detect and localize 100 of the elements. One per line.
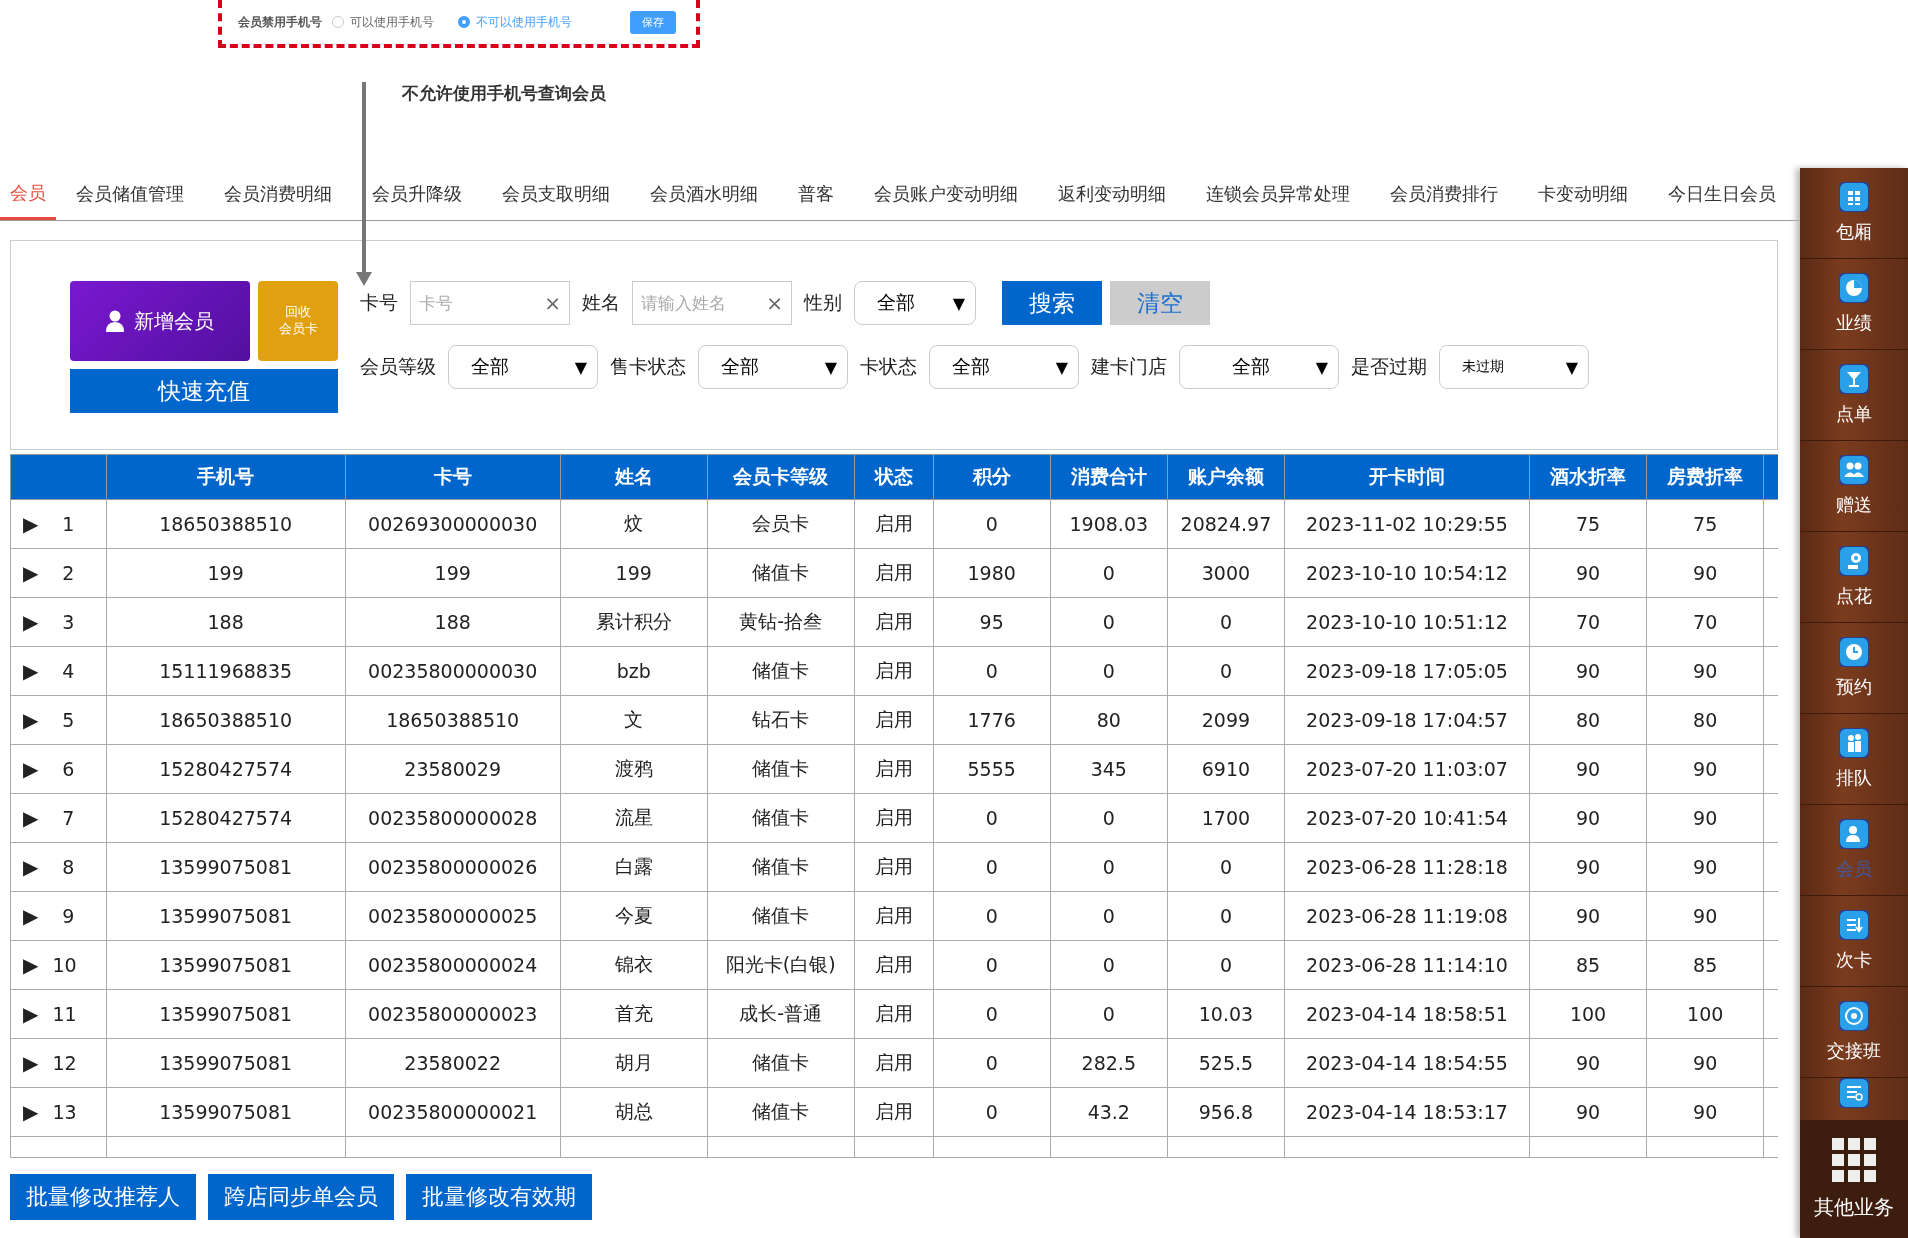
table-cell: 累计积分 — [560, 597, 708, 647]
sidebar-item[interactable]: 赠送 — [1800, 441, 1908, 532]
expand-arrow[interactable]: ▶ — [23, 610, 39, 634]
tab[interactable]: 会员酒水明细 — [630, 168, 778, 220]
caret-icon: ▼ — [1565, 357, 1578, 377]
tab[interactable]: 会员升降级 — [352, 168, 482, 220]
table-cell: 今夏 — [560, 891, 708, 941]
expand-arrow[interactable]: ▶ — [23, 1100, 39, 1124]
table-cell: 85 — [1529, 940, 1647, 990]
table-cell: 345 — [1050, 744, 1168, 794]
text-field[interactable]: 请输入姓名 × — [632, 281, 792, 325]
dropdown[interactable]: 全部 ▼ — [448, 345, 598, 389]
apps-grid-icon — [1832, 1137, 1876, 1182]
table-cell: 流星 — [560, 793, 708, 843]
table-cell: 90 — [1529, 744, 1647, 794]
tab[interactable]: 会员消费排行 — [1370, 168, 1518, 220]
table-cell: 启用 — [854, 695, 934, 745]
caret-icon: ▼ — [1055, 357, 1068, 377]
table-cell: 70 — [1646, 597, 1764, 647]
document-search-icon — [1839, 1078, 1869, 1108]
table-cell: 储值卡 — [707, 1087, 855, 1137]
more-services-button[interactable]: 其他业务 — [1800, 1120, 1908, 1238]
dropdown[interactable]: 全部 ▼ — [854, 281, 976, 325]
table-cell: 90 — [1529, 1038, 1647, 1088]
table-cell: 黄钻-拾叁 — [707, 597, 855, 647]
table-cell: 0 — [1167, 891, 1285, 941]
tab[interactable]: 会员储值管理 — [56, 168, 204, 220]
radio-option[interactable]: 可以使用手机号 — [332, 13, 434, 31]
text-field[interactable]: 卡号 × — [410, 281, 570, 325]
row-number: 6 — [61, 758, 75, 780]
table-cell: 白露 — [560, 842, 708, 892]
action-button[interactable]: 跨店同步单会员 — [208, 1174, 394, 1220]
sidebar-item[interactable]: 次卡 — [1800, 896, 1908, 987]
tab[interactable]: 返利变动明细 — [1038, 168, 1186, 220]
tab[interactable]: 卡变动明细 — [1518, 168, 1648, 220]
expand-arrow[interactable]: ▶ — [23, 757, 39, 781]
tab[interactable]: 会员支取明细 — [482, 168, 630, 220]
table-cell: 00269300000030 — [345, 499, 561, 549]
new-member-button[interactable]: 新增会员 — [70, 281, 250, 361]
dropdown[interactable]: 全部 ▼ — [929, 345, 1079, 389]
table-cell: 启用 — [854, 940, 934, 990]
clear-icon[interactable]: × — [766, 291, 783, 315]
caret-icon: ▼ — [1315, 357, 1328, 377]
expand-arrow[interactable]: ▶ — [23, 1051, 39, 1075]
expand-arrow[interactable]: ▶ — [23, 1002, 39, 1026]
quick-recharge-button[interactable]: 快速充值 — [70, 369, 338, 413]
expand-arrow[interactable]: ▶ — [23, 512, 39, 536]
action-button[interactable]: 批量修改推荐人 — [10, 1174, 196, 1220]
sidebar-item[interactable]: 业绩 — [1800, 259, 1908, 350]
tab[interactable]: 普客 — [778, 168, 854, 220]
sidebar-item[interactable]: 预约 — [1800, 623, 1908, 714]
expand-arrow[interactable]: ▶ — [23, 904, 39, 928]
sidebar-item[interactable]: 包厢 — [1800, 168, 1908, 259]
column-header: 房费折率 — [1646, 454, 1764, 500]
table-cell: 18650388510 — [106, 695, 346, 745]
table-cell: 0 — [1050, 597, 1168, 647]
table-cell: 23580022 — [345, 1038, 561, 1088]
table-cell: 储值卡 — [707, 548, 855, 598]
tab[interactable]: 会员消费明细 — [204, 168, 352, 220]
table-cell: 0 — [1167, 646, 1285, 696]
table-cell: 0 — [933, 940, 1051, 990]
table-cell: 13599075081 — [106, 842, 346, 892]
clear-icon[interactable]: × — [544, 291, 561, 315]
row-number: 4 — [61, 660, 75, 682]
expand-arrow[interactable]: ▶ — [23, 708, 39, 732]
table-cell: 0 — [1050, 646, 1168, 696]
expand-arrow[interactable]: ▶ — [23, 561, 39, 585]
table-cell: 胡总 — [560, 1087, 708, 1137]
action-button[interactable]: 批量修改有效期 — [406, 1174, 592, 1220]
table-cell: 2023-04-14 18:58:51 — [1284, 989, 1530, 1039]
dropdown[interactable]: 全部 ▼ — [698, 345, 848, 389]
expand-arrow[interactable]: ▶ — [23, 855, 39, 879]
tab[interactable]: 连锁会员异常处理 — [1186, 168, 1370, 220]
table-cell: bzb — [560, 646, 708, 696]
table-cell: 阳光卡(白银) — [707, 940, 855, 990]
sidebar-item[interactable]: 点单 — [1800, 350, 1908, 441]
table-cell: 1776 — [933, 695, 1051, 745]
search-button[interactable]: 搜索 — [1002, 281, 1102, 325]
column-header: 积分 — [933, 454, 1051, 500]
dropdown[interactable]: 未过期 ▼ — [1439, 345, 1589, 389]
tab[interactable]: 会员 — [0, 168, 56, 220]
expand-arrow[interactable]: ▶ — [23, 659, 39, 683]
table-cell: 0 — [1050, 891, 1168, 941]
table-cell: 0 — [933, 793, 1051, 843]
sidebar-item[interactable]: 排队 — [1800, 714, 1908, 805]
sidebar-item[interactable]: 交接班 — [1800, 987, 1908, 1078]
radio-button[interactable] — [332, 16, 344, 28]
table-cell: 0 — [933, 1087, 1051, 1137]
tab[interactable]: 今日生日会员 — [1648, 168, 1796, 220]
tab[interactable]: 会员账户变动明细 — [854, 168, 1038, 220]
table-cell: 199 — [106, 548, 346, 598]
expand-arrow[interactable]: ▶ — [23, 806, 39, 830]
dropdown[interactable]: 全部 ▼ — [1179, 345, 1339, 389]
table-cell: 炆 — [560, 499, 708, 549]
table-cell: 储值卡 — [707, 891, 855, 941]
sidebar-item[interactable]: 点花 — [1800, 532, 1908, 623]
table-cell: 80 — [1050, 695, 1168, 745]
radio-button[interactable] — [458, 16, 470, 28]
table-cell: 00235800000030 — [345, 646, 561, 696]
expand-arrow[interactable]: ▶ — [23, 953, 39, 977]
